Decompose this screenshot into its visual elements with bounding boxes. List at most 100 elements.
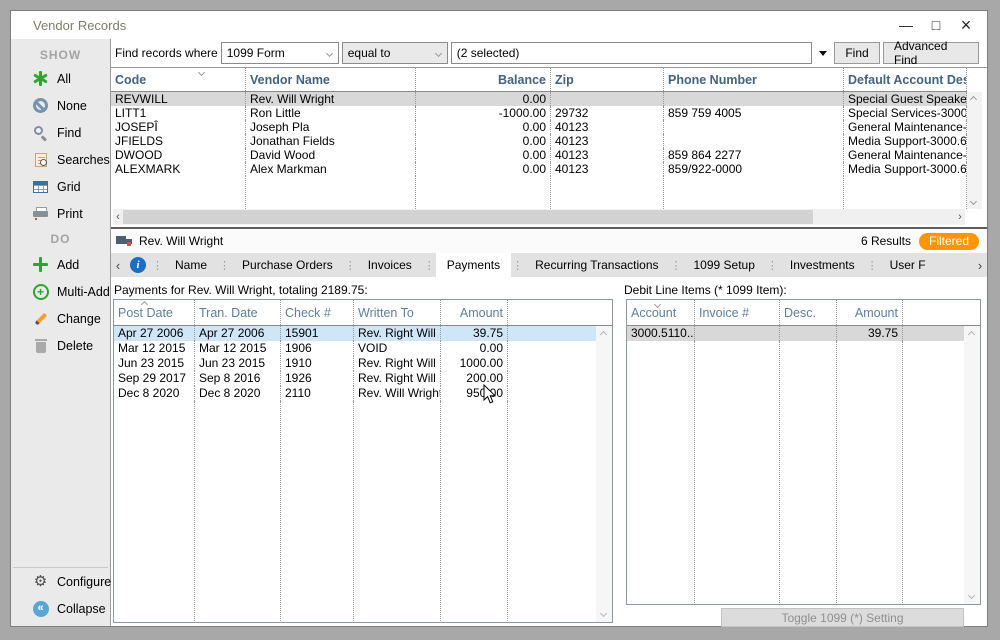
column-divider [507,401,508,621]
title-bar: Vendor Records — □ × [11,11,987,39]
column-header-tran-date[interactable]: Tran. Date [195,300,281,325]
sidebar-item-collapse[interactable]: « Collapse [11,595,110,622]
window-title: Vendor Records [11,18,126,33]
vendor-row-selected[interactable]: REVWILL Rev. Will Wright 0.00 Special Gu… [111,92,967,106]
status-bar: Rev. Will Wright 6 Results Filtered [111,227,987,253]
field-dropdown[interactable]: 1099 Form [221,42,339,64]
scroll-right-button[interactable]: › [955,211,965,223]
payments-detail-area: Payments for Rev. Will Wright, totaling … [111,277,987,626]
vendor-row[interactable]: DWOOD David Wood 0.00 40123 859 864 2277… [111,148,967,162]
sidebar-item-change[interactable]: Change [11,305,110,332]
column-header-phone[interactable]: Phone Number [664,68,844,91]
tab-investments[interactable]: Investments [779,253,866,277]
column-header-vendor-name[interactable]: Vendor Name [246,68,416,91]
sidebar-item-none[interactable]: None [11,92,110,119]
advanced-find-button[interactable]: Advanced Find [883,42,979,64]
magnifier-icon [32,124,49,141]
sidebar-item-print[interactable]: Print [11,200,110,227]
payments-vertical-scrollbar[interactable] [596,326,612,622]
scroll-up-button[interactable] [968,331,975,338]
toggle-1099-button[interactable]: Toggle 1099 (*) Setting [721,608,964,627]
sidebar-item-label: None [57,99,87,113]
vendor-row[interactable]: ALEXMARK Alex Markman 0.00 40123 859/922… [111,162,967,176]
vendor-grid-vertical-scrollbar[interactable] [967,92,982,209]
tab-info[interactable]: i [125,253,151,277]
tab-scroll-right-button[interactable]: › [973,258,987,273]
operator-dropdown[interactable]: equal to [342,42,448,64]
sidebar-item-multi-add[interactable]: + Multi-Add [11,278,110,305]
scroll-up-button[interactable] [970,96,977,103]
sidebar-item-label: Print [57,207,83,221]
payment-row[interactable]: Sep 29 2017 Sep 8 2016 1926 Rev. Right W… [114,371,612,386]
find-records-label: Find records where [115,46,218,60]
column-header-balance[interactable]: Balance [416,68,551,91]
tab-separator: ⋮ [511,259,524,272]
sidebar-item-label: Searches [57,153,110,167]
minimize-button[interactable]: — [891,17,921,33]
find-button[interactable]: Find [834,42,880,64]
tab-scroll-left-button[interactable]: ‹ [111,258,125,273]
payment-row[interactable]: Mar 12 2015 Mar 12 2015 1906 VOID 0.00 [114,341,612,356]
tab-invoices[interactable]: Invoices [357,253,423,277]
sidebar-item-add[interactable]: Add [11,251,110,278]
vendor-grid-horizontal-scrollbar[interactable]: ‹ › [113,209,965,225]
column-header-check-number[interactable]: Check # [281,300,354,325]
maximize-button[interactable]: □ [921,17,951,33]
collapse-icon: « [32,600,49,617]
scroll-left-button[interactable]: ‹ [113,211,123,223]
column-header-post-date[interactable]: Post Date [114,300,195,325]
sidebar-item-delete[interactable]: Delete [11,332,110,359]
debit-vertical-scrollbar[interactable] [964,326,980,604]
vendor-row[interactable]: JFIELDS Jonathan Fields 0.00 40123 Media… [111,134,967,148]
column-divider [440,401,441,621]
scroll-down-button[interactable] [968,592,975,599]
chevron-down-icon [435,50,442,57]
scroll-down-button[interactable] [970,198,977,205]
payment-row[interactable]: Jun 23 2015 Jun 23 2015 1910 Rev. Right … [114,356,612,371]
sidebar-item-configure[interactable]: ⚙ Configure [11,568,110,595]
sidebar-item-label: Multi-Add [57,285,110,299]
column-header-written-to[interactable]: Written To [354,300,441,325]
sidebar-item-all[interactable]: All [11,65,110,92]
column-header-desc[interactable]: Desc. [780,300,837,325]
sidebar-item-find[interactable]: Find [11,119,110,146]
sidebar-item-searches[interactable]: Searches [11,146,110,173]
tab-1099-setup[interactable]: 1099 Setup [683,253,766,277]
column-header-account[interactable]: Account [627,300,695,325]
tab-name[interactable]: Name [164,253,218,277]
column-header-invoice-number[interactable]: Invoice # [695,300,780,325]
tab-payments[interactable]: Payments [436,253,511,277]
column-divider [353,401,354,621]
circle-plus-icon: + [32,283,49,300]
debit-table-header: Account Invoice # Desc. Amount [627,300,980,326]
debit-row-selected[interactable]: 3000.5110.... 39.75 [627,326,980,341]
filtered-badge[interactable]: Filtered [919,233,979,250]
column-divider [550,176,551,209]
column-header-amount[interactable]: Amount [441,300,508,325]
scrollbar-thumb[interactable] [123,210,813,224]
sidebar-section-do: DO [11,227,110,251]
payment-row-selected[interactable]: Apr 27 2006 Apr 27 2006 15901 Rev. Right… [114,326,612,341]
sidebar-item-label: Add [57,258,79,272]
sidebar-item-grid[interactable]: Grid [11,173,110,200]
triangle-down-icon [819,51,827,56]
sidebar-item-label: Find [57,126,81,140]
payment-row[interactable]: Dec 8 2020 Dec 8 2020 2110 Rev. Will Wri… [114,386,612,401]
column-header-zip[interactable]: Zip [551,68,664,91]
vendor-row[interactable]: LITT1 Ron Little -1000.00 29732 859 759 … [111,106,967,120]
column-header-code[interactable]: Code [111,68,246,91]
tab-recurring-transactions[interactable]: Recurring Transactions [524,253,669,277]
scroll-down-button[interactable] [600,610,607,617]
filter-value-input[interactable]: (2 selected) [451,42,812,64]
column-divider [694,341,695,603]
vendor-row[interactable]: JOSEPÎ Joseph Pla 0.00 40123 General Mai… [111,120,967,134]
tab-purchase-orders[interactable]: Purchase Orders [231,253,344,277]
column-header-default-account[interactable]: Default Account Desc [844,68,967,91]
tab-user-fields[interactable]: User F [879,253,937,277]
filter-value-dropdown-button[interactable] [815,42,831,64]
gear-icon: ⚙ [32,573,49,590]
trash-icon [32,337,49,354]
close-button[interactable]: × [951,15,981,36]
scroll-up-button[interactable] [600,331,607,338]
column-header-amount[interactable]: Amount [837,300,903,325]
